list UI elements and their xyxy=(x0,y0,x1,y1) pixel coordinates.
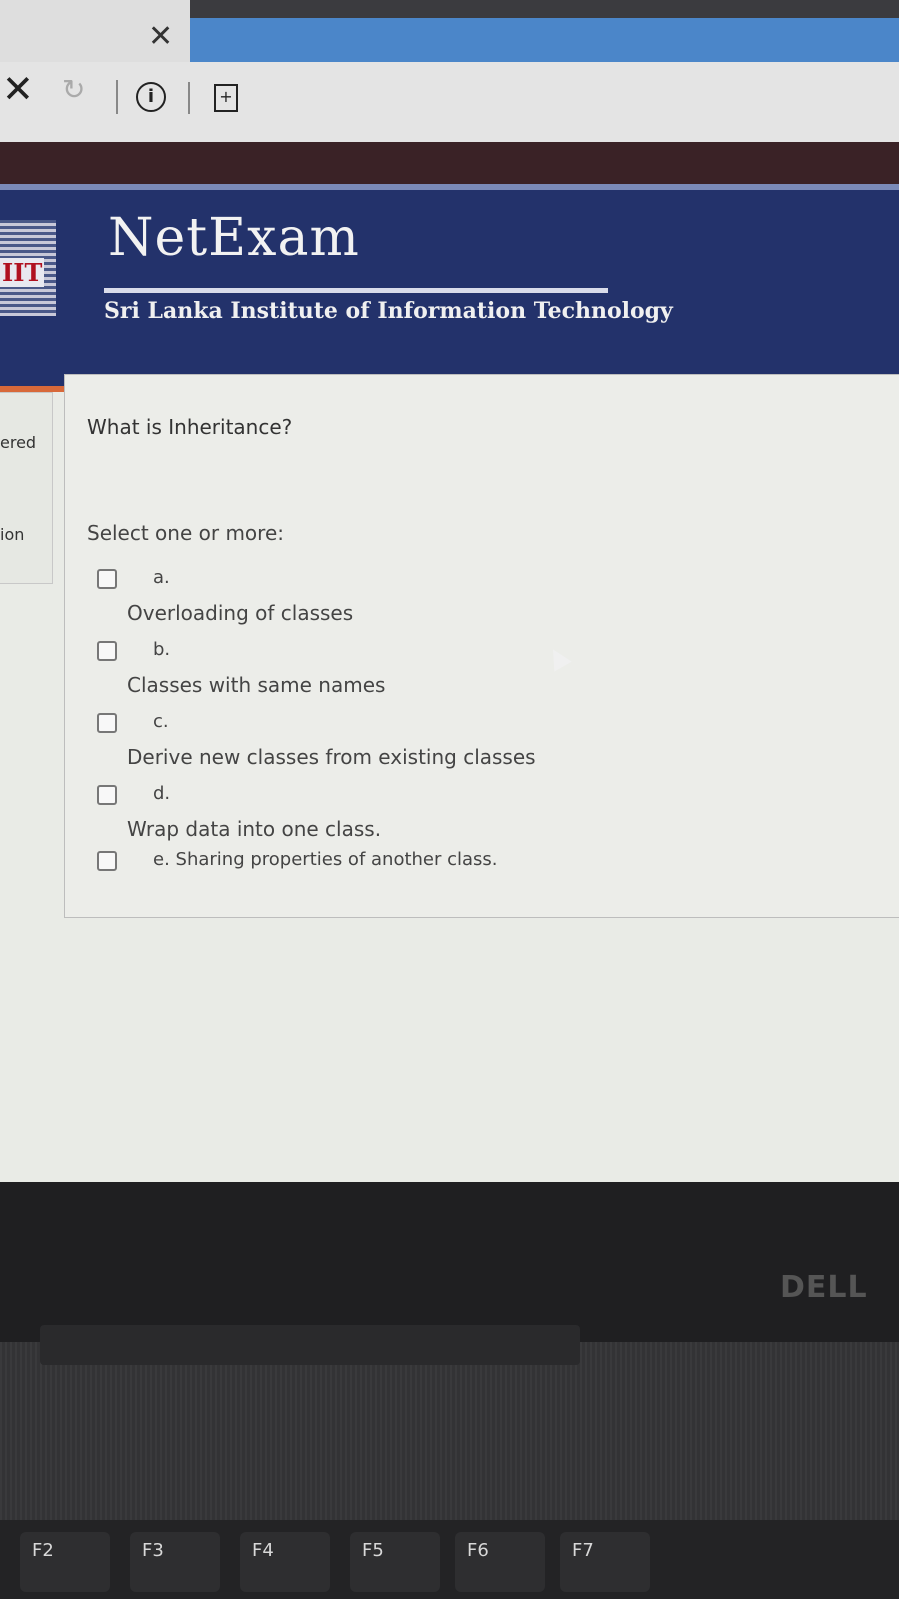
chrome-dark-band xyxy=(0,142,899,190)
answer-instruction: Select one or more: xyxy=(87,521,284,545)
option-letter: e. xyxy=(153,849,170,870)
option-text[interactable]: Classes with same names xyxy=(127,673,385,697)
divider xyxy=(188,82,190,114)
sliit-logo[interactable]: IIT xyxy=(0,220,56,316)
option-text[interactable]: e. Sharing properties of another class. xyxy=(153,849,498,870)
navigation-bar: ✕ ↻ i + xyxy=(0,62,899,142)
add-page-icon[interactable]: + xyxy=(214,84,238,112)
checkbox[interactable] xyxy=(97,569,117,589)
brand-underline xyxy=(104,288,608,293)
key-label: F3 xyxy=(142,1540,164,1561)
option-letter: b. xyxy=(153,639,171,660)
key-label: F7 xyxy=(572,1540,594,1561)
key-label: F2 xyxy=(32,1540,54,1561)
option-text[interactable]: Wrap data into one class. xyxy=(127,817,381,841)
option-text[interactable]: Derive new classes from existing classes xyxy=(127,745,536,769)
checkbox[interactable] xyxy=(97,713,117,733)
divider xyxy=(116,80,118,114)
key-label: F6 xyxy=(467,1540,489,1561)
checkbox[interactable] xyxy=(97,785,117,805)
stop-icon[interactable]: ✕ xyxy=(2,70,34,108)
address-bar[interactable] xyxy=(190,18,899,64)
option-letter: c. xyxy=(153,711,169,732)
tab-strip: ✕ xyxy=(0,0,899,64)
browser-chrome: ✕ ✕ ↻ i + xyxy=(0,0,899,190)
option-label: Sharing properties of another class. xyxy=(175,849,498,870)
browser-tab[interactable]: ✕ xyxy=(0,0,190,62)
question-info-panel: ered ion xyxy=(0,392,53,584)
brand-title[interactable]: NetExam xyxy=(108,208,360,268)
question-status: ered xyxy=(0,433,37,452)
key-f2[interactable]: F2 xyxy=(20,1532,110,1592)
hinge-bar xyxy=(40,1325,580,1365)
key-label: F4 xyxy=(252,1540,274,1561)
logo-text: IIT xyxy=(0,258,45,287)
dell-logo: DELL xyxy=(780,1270,868,1305)
institute-name: Sri Lanka Institute of Information Techn… xyxy=(104,298,673,324)
option-letter: a. xyxy=(153,567,170,588)
key-f3[interactable]: F3 xyxy=(130,1532,220,1592)
site-header: IIT NetExam Sri Lanka Institute of Infor… xyxy=(0,190,899,390)
question-card: What is Inheritance? Select one or more:… xyxy=(64,374,899,918)
option-letter: d. xyxy=(153,783,171,804)
laptop-hinge xyxy=(0,1342,899,1522)
function-key-row: F2 F3 F4 F5 F6 F7 xyxy=(0,1520,899,1599)
question-text: What is Inheritance? xyxy=(87,415,293,439)
key-f6[interactable]: F6 xyxy=(455,1532,545,1592)
key-f5[interactable]: F5 xyxy=(350,1532,440,1592)
option-text[interactable]: Overloading of classes xyxy=(127,601,353,625)
main-content: ered ion What is Inheritance? Select one… xyxy=(0,374,899,1182)
laptop-bezel: DELL xyxy=(0,1182,899,1342)
tab-close-icon[interactable]: ✕ xyxy=(148,22,173,52)
checkbox[interactable] xyxy=(97,851,117,871)
key-f7[interactable]: F7 xyxy=(560,1532,650,1592)
checkbox[interactable] xyxy=(97,641,117,661)
key-label: F5 xyxy=(362,1540,384,1561)
question-flag-label[interactable]: ion xyxy=(0,525,24,544)
info-icon[interactable]: i xyxy=(136,82,166,112)
reload-icon[interactable]: ↻ xyxy=(62,76,85,104)
key-f4[interactable]: F4 xyxy=(240,1532,330,1592)
